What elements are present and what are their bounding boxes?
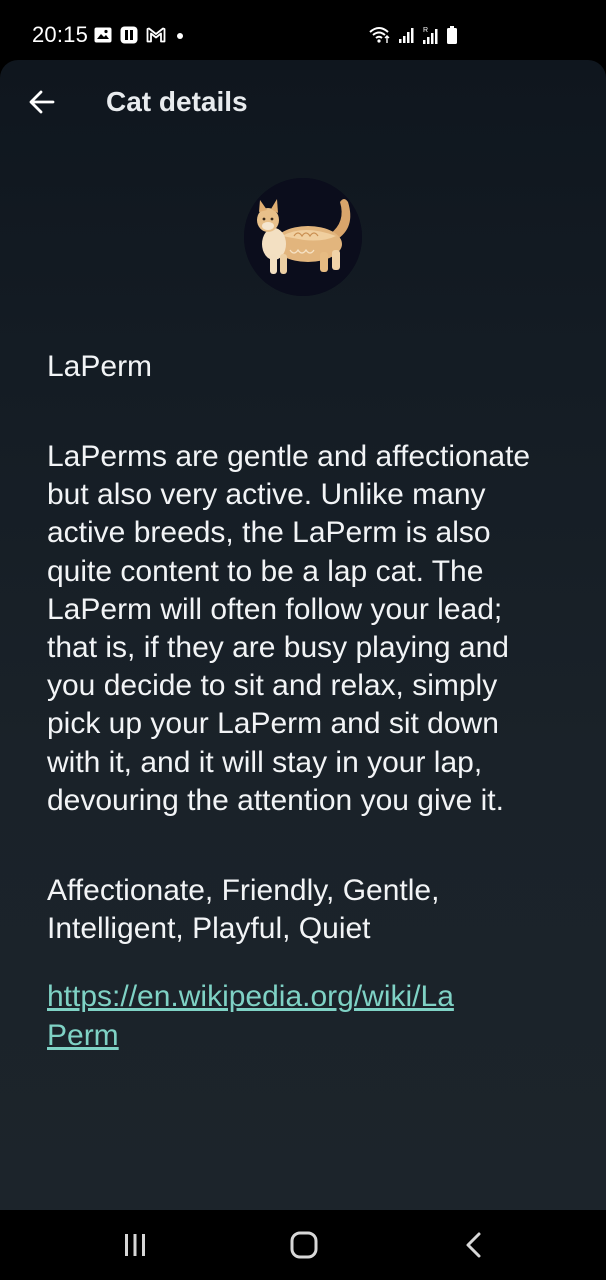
gmail-icon (146, 27, 166, 48)
messenger-icon (120, 26, 138, 49)
breed-temperament: Affectionate, Friendly, Gentle, Intellig… (47, 874, 440, 946)
breed-name: LaPerm (47, 350, 153, 383)
home-icon (290, 1231, 318, 1259)
svg-text:R: R (423, 27, 428, 34)
page-title: Cat details (106, 86, 248, 117)
nav-back-button[interactable] (444, 1220, 504, 1270)
arrow-left-icon (29, 90, 55, 114)
cat-details-screen: Cat details LaPerm LaPerms are gentle an… (0, 60, 606, 1210)
status-time: 20:15 (32, 22, 89, 47)
system-status-icons: R (368, 25, 458, 50)
back-chevron-icon (466, 1232, 481, 1258)
cat-image (244, 178, 362, 296)
recents-icon (125, 1234, 145, 1256)
cat-avatar (244, 178, 362, 296)
app-bar: Cat details (0, 60, 606, 144)
recents-button[interactable] (105, 1220, 165, 1270)
battery-icon (446, 25, 458, 50)
wikipedia-link[interactable]: https://en.wikipedia.org/wiki/LaPerm (47, 978, 467, 1054)
roaming-signal-icon: R (422, 25, 440, 50)
signal-icon (398, 26, 416, 49)
breed-description: LaPerms are gentle and affectionate but … (47, 440, 531, 817)
dot-icon (174, 29, 186, 47)
home-button[interactable] (274, 1220, 334, 1270)
gallery-icon (94, 27, 112, 48)
wifi-icon (368, 25, 392, 50)
cat-info: LaPerm LaPerms are gentle and affectiona… (47, 348, 552, 1055)
system-nav-bar (0, 1210, 606, 1280)
notification-icons (94, 26, 186, 49)
back-button[interactable] (20, 80, 64, 124)
